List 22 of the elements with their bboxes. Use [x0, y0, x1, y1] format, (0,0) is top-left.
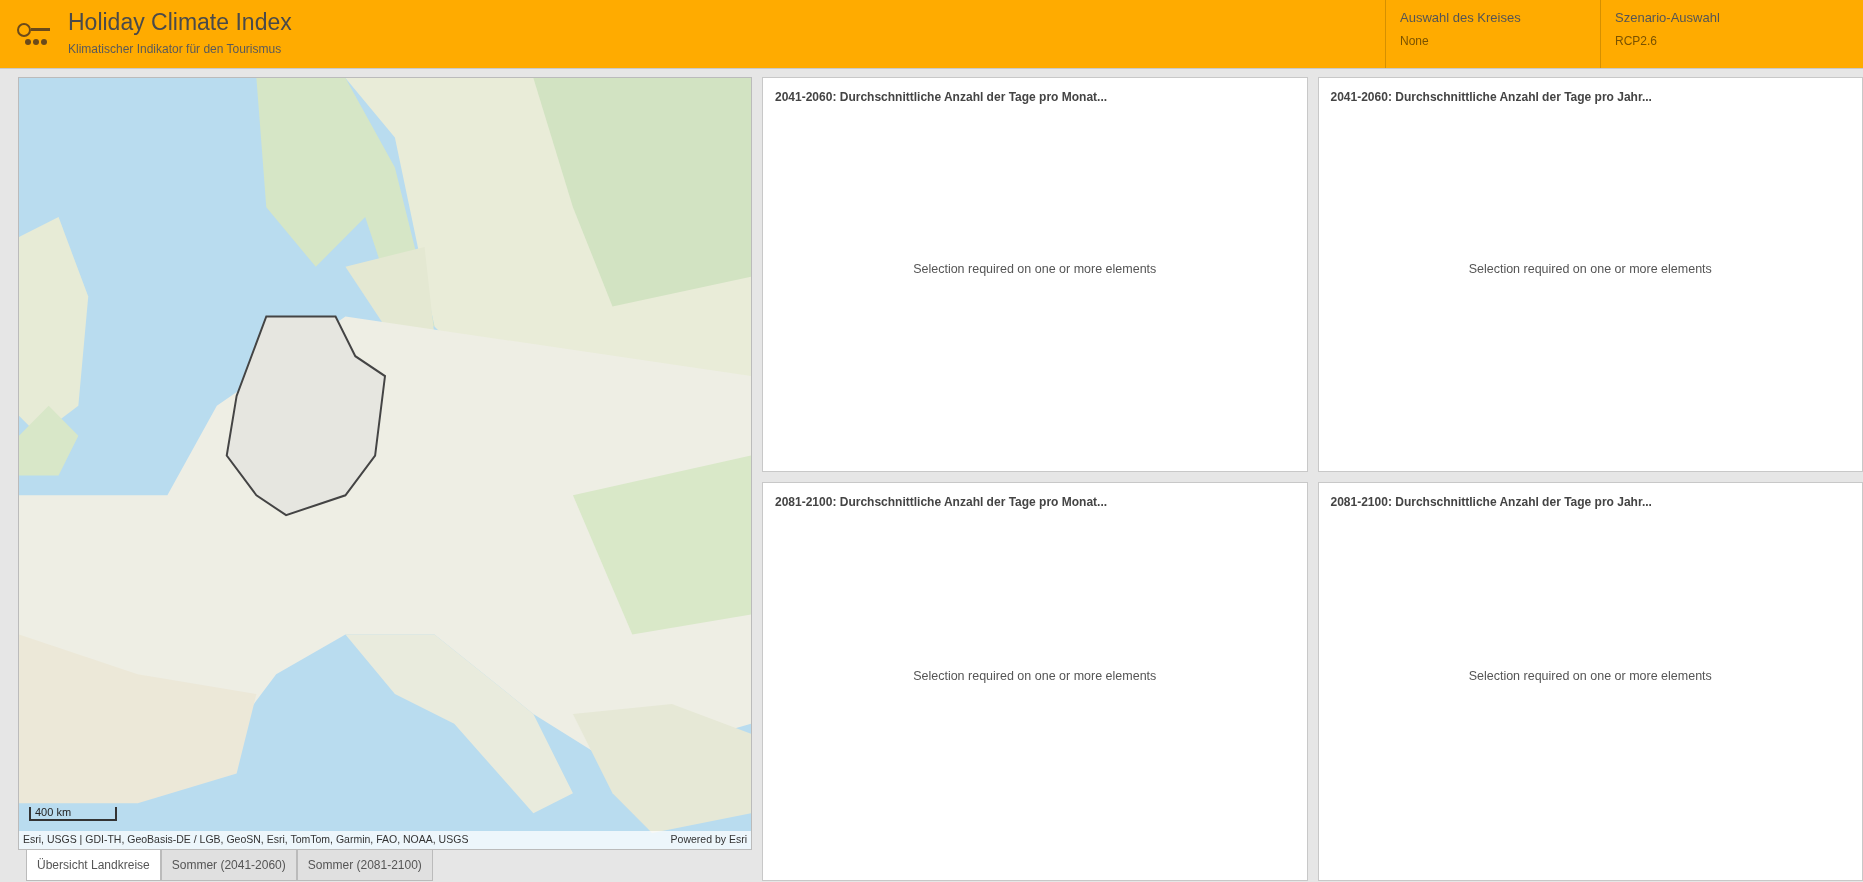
scale-bar: 400 km — [29, 807, 117, 821]
panel-message: Selection required on one or more elements — [913, 668, 1157, 686]
tab[interactable]: Übersicht Landkreise — [26, 850, 161, 881]
logo-icon — [16, 20, 52, 48]
powered-by-label: Powered by Esri — [670, 832, 747, 848]
selector-value[interactable]: None — [1400, 31, 1586, 50]
selector-value[interactable]: RCP2.6 — [1615, 31, 1801, 50]
selector-label: Szenario-Auswahl — [1615, 9, 1721, 27]
panel-title: 2081-2100: Durchschnittliche Anzahl der Tage pro Monat... — [774, 494, 1109, 511]
tab[interactable]: Sommer (2081-2100) — [296, 850, 433, 881]
panel-message: Selection required on one or more elements — [913, 261, 1157, 279]
panel-title: 2041-2060: Durchschnittliche Anzahl der Tage pro Monat... — [774, 89, 1109, 106]
map-attribution: Esri, USGS | GDI-TH, GeoBasis-DE / LGB, GeoSN, Esri, TomTom, Garmin, FAO, NOAA, USGS — [23, 832, 469, 848]
app-title: Holiday Climate Index — [68, 10, 293, 36]
panel-title: 2041-2060: Durchschnittliche Anzahl der Tage pro Jahr... — [1329, 89, 1653, 106]
panel-title: 2081-2100: Durchschnittliche Anzahl der Tage pro Jahr... — [1329, 494, 1653, 511]
map[interactable]: 400 km Esri, USGS | GDI-TH, GeoBasis-DE / LGB, GeoSN, Esri, TomTom, Garmin, FAO, NOAA, USGS Powered by Esri — [18, 77, 752, 850]
selector-label: Auswahl des Kreises — [1400, 9, 1522, 27]
app-subtitle: Klimatischer Indikator für den Tourismus — [68, 40, 283, 58]
panel-message: Selection required on one or more elements — [1468, 668, 1712, 686]
tab[interactable]: Sommer (2041-2060) — [160, 850, 297, 881]
panel-message: Selection required on one or more elements — [1468, 261, 1712, 279]
